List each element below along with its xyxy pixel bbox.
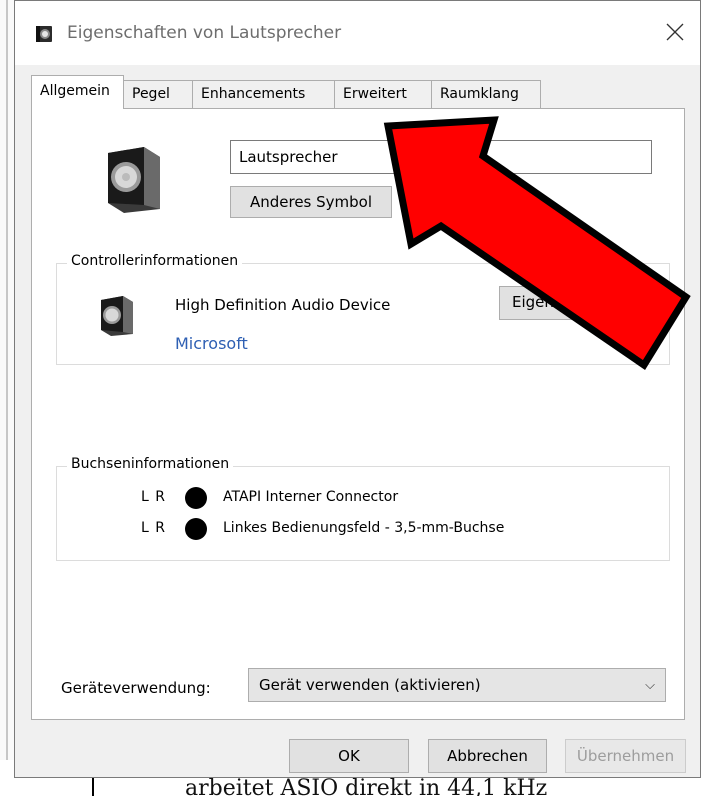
cancel-button[interactable]: Abbrechen <box>428 739 547 773</box>
device-name-input[interactable] <box>230 140 652 174</box>
chevron-down-icon: ⌵ <box>645 678 655 693</box>
jack-color-icon <box>185 487 207 509</box>
background-page-edge <box>0 0 14 796</box>
tab-allgemein[interactable]: Allgemein <box>31 75 124 109</box>
jack-channels: L R <box>141 489 166 505</box>
controller-properties-button[interactable]: Eigenschaften <box>499 286 649 320</box>
background-text: arbeitet ASIO direkt in 44,1 kHz <box>185 776 548 796</box>
tab-raumklang[interactable]: Raumklang <box>431 80 541 108</box>
jack-label: Linkes Bedienungsfeld - 3,5-mm-Buchse <box>223 520 505 536</box>
device-usage-label: Geräteverwendung: <box>61 679 211 697</box>
speaker-icon <box>101 296 133 336</box>
controller-info-group: Controllerinformationen High Definition … <box>56 253 670 365</box>
controller-vendor-link[interactable]: Microsoft <box>175 334 248 353</box>
properties-dialog: Eigenschaften von Lautsprecher Allgemein… <box>14 0 701 778</box>
device-usage-select[interactable]: Gerät verwenden (aktivieren) ⌵ <box>248 668 666 702</box>
jack-info-group: Buchseninformationen L R ATAPI Interner … <box>56 456 670 561</box>
jack-row: L R ATAPI Interner Connector <box>57 487 657 511</box>
controller-device-name: High Definition Audio Device <box>175 296 391 314</box>
jack-group-title: Buchseninformationen <box>67 456 234 472</box>
title-bar[interactable]: Eigenschaften von Lautsprecher <box>15 1 700 65</box>
speaker-icon <box>108 147 160 213</box>
apply-button[interactable]: Übernehmen <box>565 739 686 773</box>
tab-erweitert[interactable]: Erweitert <box>334 80 432 108</box>
device-usage-value: Gerät verwenden (aktivieren) <box>259 676 481 694</box>
jack-row: L R Linkes Bedienungsfeld - 3,5-mm-Buchs… <box>57 518 657 542</box>
jack-color-icon <box>185 518 207 540</box>
jack-channels: L R <box>141 520 166 536</box>
jack-label: ATAPI Interner Connector <box>223 489 399 505</box>
tab-page-allgemein: Anderes Symbol Controllerinformationen H… <box>31 108 685 720</box>
window-title: Eigenschaften von Lautsprecher <box>67 23 342 43</box>
speaker-icon <box>36 26 52 42</box>
ok-button[interactable]: OK <box>289 739 409 773</box>
controller-group-title: Controllerinformationen <box>67 253 243 269</box>
tab-pegel[interactable]: Pegel <box>123 80 193 108</box>
tab-enhancements[interactable]: Enhancements <box>192 80 335 108</box>
close-icon[interactable] <box>660 17 690 47</box>
change-icon-button[interactable]: Anderes Symbol <box>230 186 392 218</box>
